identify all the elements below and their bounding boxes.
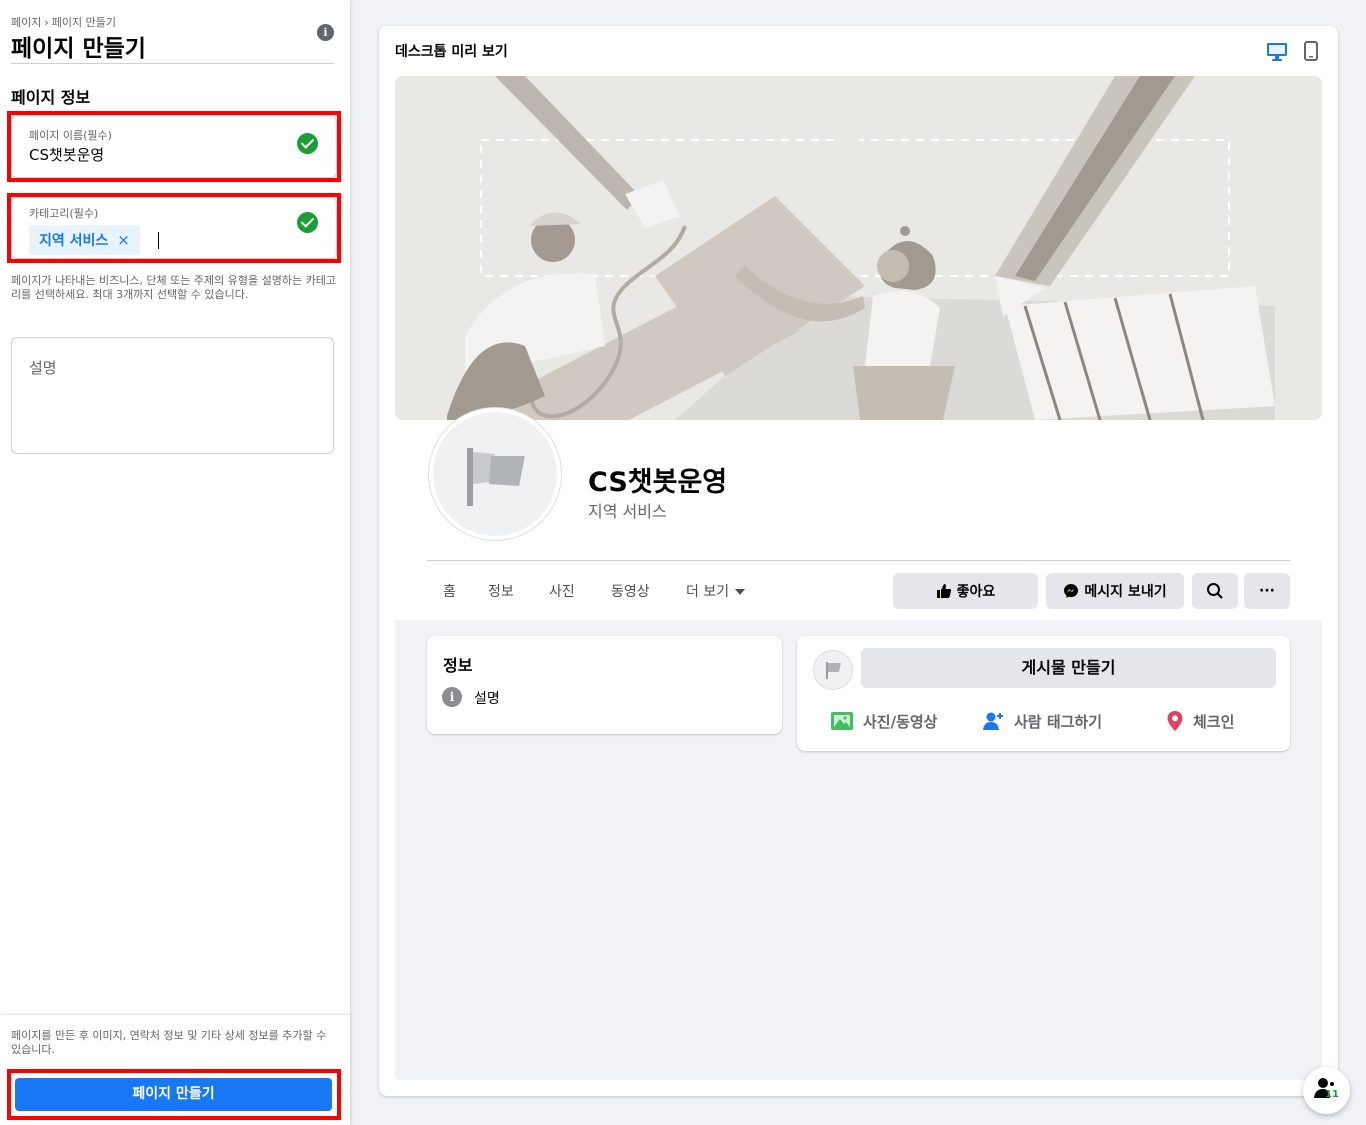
caret-down-icon [735,589,746,595]
create-post-button[interactable]: 게시물 만들기 [861,648,1276,688]
breadcrumb-item-create-page: 페이지 만들기 [51,16,116,29]
page-header-card: CS챗봇운영 지역 서비스 홈 정보 사진 동영상 더 보기 좋아요 메시지 보… [395,76,1322,620]
tab-home[interactable]: 홈 [443,581,456,601]
divider [11,63,334,64]
description-placeholder: 설명 [29,359,57,377]
info-icon[interactable]: i [317,24,334,41]
desktop-icon[interactable] [1266,42,1288,61]
photo-video-action[interactable]: 사진/동영상 [830,710,937,732]
page-name-input[interactable]: CS챗봇운영 [29,144,104,165]
messenger-icon [1064,584,1079,598]
check-in-action[interactable]: 체크인 [1166,710,1234,732]
tag-people-label: 사람 태그하기 [1014,712,1103,731]
description-field[interactable]: 설명 [11,337,334,454]
desktop-preview-panel: 데스크톱 미리 보기 CS챗봇운영 지역 서비스 홈 정보 사진 동영상 더 보… [379,26,1338,1096]
people-count-badge: 11 [1325,1089,1339,1100]
breadcrumb: 페이지 › 페이지 만들기 [11,14,116,30]
close-icon[interactable]: × [117,231,130,249]
category-chip-label: 지역 서비스 [39,233,109,249]
preview-page-category: 지역 서비스 [588,502,667,521]
mobile-icon[interactable] [1304,41,1318,61]
divider [427,560,1290,561]
floating-people-button[interactable]: 11 [1303,1067,1350,1114]
section-title-page-info: 페이지 정보 [11,88,91,107]
category-field[interactable]: 카테고리(필수) 지역 서비스 × [11,197,337,259]
tag-people-icon [983,712,1003,730]
search-icon [1207,583,1223,599]
check-in-label: 체크인 [1193,712,1235,731]
flag-icon [467,448,525,506]
page-avatar[interactable] [429,408,561,540]
create-page-sidebar: 페이지 › 페이지 만들기 페이지 만들기 i 페이지 정보 페이지 이름(필수) … [0,0,350,1125]
more-options-icon: ··· [1259,583,1275,599]
breadcrumb-separator: › [44,16,49,29]
create-page-button[interactable]: 페이지 만들기 [15,1078,332,1111]
thumbs-up-icon [936,584,951,598]
page-name-field[interactable]: 페이지 이름(필수) CS챗봇운영 [11,115,337,178]
send-message-button[interactable]: 메시지 보내기 [1046,573,1184,609]
about-card-title: 정보 [443,656,473,675]
flag-icon [826,662,841,679]
footer-help-text: 페이지를 만든 후 이미지, 연락처 정보 및 기타 상세 정보를 추가할 수 … [11,1029,327,1056]
cover-photo [395,76,1322,420]
text-cursor [158,232,159,249]
tab-more[interactable]: 더 보기 [686,581,746,601]
check-circle-icon [297,212,318,233]
like-button[interactable]: 좋아요 [893,573,1038,609]
photo-video-label: 사진/동영상 [863,712,938,731]
preview-title: 데스크톱 미리 보기 [395,44,508,60]
create-post-card: 게시물 만들기 사진/동영상 사람 태그하기 체크인 [797,636,1290,751]
info-icon: i [442,687,462,707]
post-avatar [813,650,853,690]
about-description: 설명 [474,691,500,707]
tab-videos[interactable]: 동영상 [611,581,650,601]
tab-about[interactable]: 정보 [488,581,514,601]
page-name-label: 페이지 이름(필수) [29,129,112,142]
like-label: 좋아요 [956,584,996,600]
send-message-label: 메시지 보내기 [1084,584,1167,600]
tag-people-action[interactable]: 사람 태그하기 [983,710,1102,732]
search-button[interactable] [1192,573,1238,609]
page-preview: CS챗봇운영 지역 서비스 홈 정보 사진 동영상 더 보기 좋아요 메시지 보… [395,76,1322,1080]
about-card: 정보 i 설명 [427,636,782,734]
tab-more-label: 더 보기 [686,584,730,600]
cover-illustration [395,76,1322,420]
category-label: 카테고리(필수) [29,207,99,220]
photo-icon [831,712,853,730]
more-options-button[interactable]: ··· [1244,573,1290,609]
page-title: 페이지 만들기 [11,36,146,62]
sidebar-footer: 페이지를 만든 후 이미지, 연락처 정보 및 기타 상세 정보를 추가할 수 … [0,1014,350,1125]
check-circle-icon [297,133,318,154]
category-help-text: 페이지가 나타내는 비즈니스, 단체 또는 주제의 유형을 설명하는 카테고리를… [11,274,336,301]
location-pin-icon [1167,711,1183,731]
tab-photos[interactable]: 사진 [549,581,575,601]
category-chip: 지역 서비스 × [29,225,140,255]
breadcrumb-item-pages[interactable]: 페이지 [11,16,41,29]
preview-page-name: CS챗봇운영 [588,467,728,498]
